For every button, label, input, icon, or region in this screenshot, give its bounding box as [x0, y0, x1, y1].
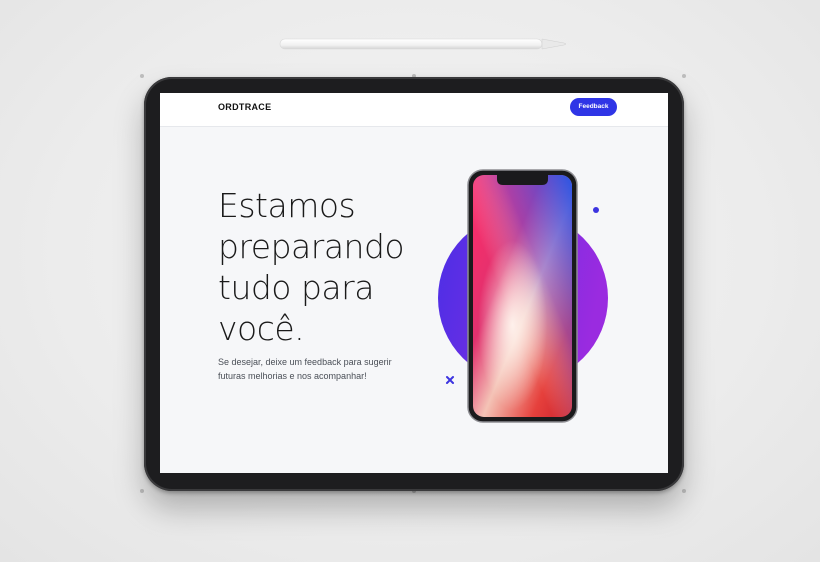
- hero-subtitle: Se desejar, deixe um feedback para suger…: [218, 357, 392, 381]
- stylus-pencil-icon: [279, 38, 567, 50]
- decorative-dot: [593, 207, 599, 213]
- decorative-dot: [682, 489, 686, 493]
- brand-logo[interactable]: ORDTRACE: [218, 102, 271, 112]
- decorative-dot: [140, 74, 144, 78]
- top-navbar: ORDTRACE Feedback: [160, 93, 668, 127]
- decorative-dot: [682, 74, 686, 78]
- headline-line: Estamos: [218, 186, 356, 225]
- decorative-dot: [140, 489, 144, 493]
- tablet-screen: ORDTRACE Feedback Estamos preparando tud…: [160, 93, 668, 473]
- decorative-cross-icon: [446, 376, 454, 384]
- headline-line: preparando: [218, 227, 405, 266]
- feedback-button[interactable]: Feedback: [570, 98, 617, 116]
- headline-line: tudo para: [218, 268, 374, 307]
- hero-headline: Estamos preparando tudo para você.: [218, 185, 408, 349]
- phone-illustration: [438, 169, 608, 423]
- phone-mockup: [467, 169, 578, 423]
- headline-line: você.: [218, 309, 305, 348]
